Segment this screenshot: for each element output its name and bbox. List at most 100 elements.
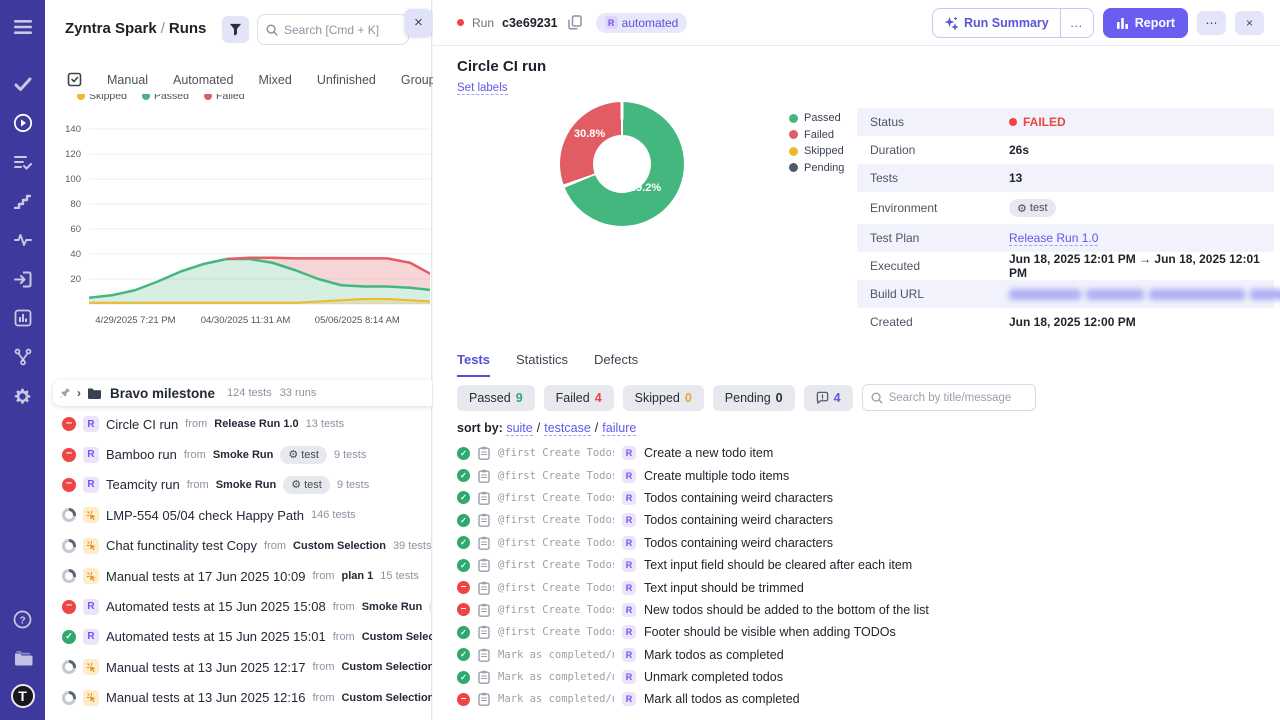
run-row[interactable]: R Automated tests at 15 Jun 2025 15:08 f… <box>45 591 432 621</box>
run-name: Bamboo run <box>106 447 177 462</box>
tests-search-input[interactable] <box>889 392 1027 404</box>
branch-icon[interactable] <box>10 344 36 370</box>
run-summary-button[interactable]: Run Summary … <box>932 8 1094 38</box>
runs-search-input[interactable] <box>284 23 394 37</box>
run-source: Custom Selection <box>341 692 432 704</box>
expand-chevron-icon[interactable]: › <box>77 386 81 400</box>
chip-skipped[interactable]: Skipped0 <box>623 385 704 411</box>
gear-icon: ⚙ <box>288 449 298 460</box>
tab-statistics[interactable]: Statistics <box>516 352 568 377</box>
milestone-name: Bravo milestone <box>110 386 215 401</box>
run-tests-count: 13 tests <box>306 418 345 430</box>
area-chart-svg: 204060801001201404/29/2025 7:21 PM04/30/… <box>47 101 430 329</box>
pin-icon[interactable] <box>59 387 71 399</box>
tab-tests[interactable]: Tests <box>457 352 490 377</box>
test-suite: @first Create Todos… <box>498 447 614 459</box>
build-url-redacted[interactable] <box>1009 289 1280 300</box>
run-from-label: from <box>184 449 206 461</box>
tab-unfinished[interactable]: Unfinished <box>317 73 376 87</box>
copy-icon[interactable] <box>568 15 582 30</box>
tests-icon[interactable] <box>10 71 36 97</box>
test-row[interactable]: @first Create Todos… R Todos containing … <box>433 509 1280 531</box>
panel-close-button[interactable]: × <box>405 9 432 36</box>
test-row[interactable]: Mark as completed/n… R Unmark completed … <box>433 666 1280 688</box>
report-button[interactable]: Report <box>1103 8 1188 38</box>
filter-button[interactable] <box>222 16 249 43</box>
breadcrumb-project[interactable]: Zyntra Spark <box>65 20 157 37</box>
test-row[interactable]: @first Create Todos… R Create multiple t… <box>433 464 1280 486</box>
run-row[interactable]: Manual tests at 13 Jun 2025 12:16 from C… <box>45 683 432 713</box>
automated-icon: R <box>622 603 636 617</box>
run-tests-count: 146 tests <box>311 509 356 521</box>
chip-comments[interactable]: 4 <box>804 385 853 411</box>
run-row[interactable]: Manual tests at 17 Jun 2025 10:09 from p… <box>45 561 432 591</box>
test-row[interactable]: @first Create Todos… R Todos containing … <box>433 532 1280 554</box>
automated-icon: R <box>622 625 636 639</box>
test-title: Mark todos as completed <box>644 648 784 662</box>
breadcrumb: Zyntra Spark/Runs <box>65 20 206 37</box>
test-row[interactable]: Mark as completed/n… R Mark todos as com… <box>433 644 1280 666</box>
help-icon[interactable]: ? <box>10 606 36 632</box>
test-status-icon <box>457 671 470 684</box>
detail-label: Environment <box>857 201 1009 215</box>
runs-search[interactable] <box>257 14 409 45</box>
run-row[interactable]: LMP-554 05/04 check Happy Path 146 tests <box>45 500 432 530</box>
chip-failed[interactable]: Failed4 <box>544 385 614 411</box>
settings-icon[interactable] <box>10 383 36 409</box>
test-row[interactable]: Mark as completed/n… R Mark all todos as… <box>433 688 1280 710</box>
passed-dot <box>142 94 150 100</box>
chip-pending[interactable]: Pending0 <box>713 385 795 411</box>
test-row[interactable]: @first Create Todos… R Footer should be … <box>433 621 1280 643</box>
test-row[interactable]: @first Create Todos… R Text input field … <box>433 554 1280 576</box>
test-row[interactable]: @first Create Todos… R Todos containing … <box>433 487 1280 509</box>
tests-search[interactable] <box>862 384 1036 411</box>
test-row[interactable]: @first Create Todos… R New todos should … <box>433 599 1280 621</box>
app-logo[interactable]: T <box>11 684 35 708</box>
detail-close-button[interactable]: × <box>1235 11 1264 35</box>
run-from-label: from <box>264 540 286 552</box>
pending-count: 0 <box>776 391 783 405</box>
run-summary-more[interactable]: … <box>1060 9 1093 37</box>
milestone-row[interactable]: › Bravo milestone 124 tests 33 runs <box>53 380 432 406</box>
run-row[interactable]: R Automated tests at 15 Jun 2025 15:01 f… <box>45 622 432 652</box>
test-plans-icon[interactable] <box>10 149 36 175</box>
test-row[interactable]: @first Create Todos… R Text input should… <box>433 576 1280 598</box>
test-status-icon <box>457 559 470 572</box>
more-button[interactable]: ⋯ <box>1197 11 1226 35</box>
run-from-label: from <box>333 631 355 643</box>
run-row[interactable]: Chat functinality test Copy from Custom … <box>45 531 432 561</box>
import-icon[interactable] <box>10 266 36 292</box>
test-row[interactable]: @first Create Todos… R Create a new todo… <box>433 442 1280 464</box>
sort-by-failure[interactable]: failure <box>602 421 636 436</box>
chip-passed[interactable]: Passed9 <box>457 385 535 411</box>
runs-icon[interactable] <box>10 110 36 136</box>
reports-icon[interactable] <box>10 305 36 331</box>
sort-by-suite[interactable]: suite <box>506 421 532 436</box>
menu-icon[interactable] <box>10 14 36 40</box>
test-status-icon <box>457 536 470 549</box>
run-row[interactable]: R Circle CI run from Release Run 1.0 13 … <box>45 409 432 439</box>
run-row[interactable]: R Bamboo run from Smoke Run ⚙test 9 test… <box>45 439 432 469</box>
search-icon <box>871 392 883 404</box>
test-plan-link[interactable]: Release Run 1.0 <box>1009 231 1098 246</box>
tab-mixed[interactable]: Mixed <box>258 73 291 87</box>
tab-manual[interactable]: Manual <box>107 73 148 87</box>
failed-status-icon <box>62 600 76 614</box>
milestones-icon[interactable] <box>10 188 36 214</box>
select-all-icon[interactable] <box>67 72 82 87</box>
set-labels-link[interactable]: Set labels <box>457 82 508 95</box>
clipboard-icon <box>478 536 490 550</box>
failed-dot <box>789 130 798 139</box>
tab-automated[interactable]: Automated <box>173 73 233 87</box>
projects-icon[interactable] <box>10 645 36 671</box>
run-name: Circle CI run <box>106 417 178 432</box>
sort-by-testcase[interactable]: testcase <box>544 421 591 436</box>
comment-icon <box>816 391 829 404</box>
status-dot-icon <box>1009 118 1017 126</box>
run-details-table: Status FAILED Duration 26s Tests 13 Envi… <box>857 108 1274 336</box>
analytics-icon[interactable] <box>10 227 36 253</box>
run-row[interactable]: Manual tests at 13 Jun 2025 12:17 from C… <box>45 652 432 682</box>
tests-list: @first Create Todos… R Create a new todo… <box>433 442 1280 711</box>
run-row[interactable]: R Teamcity run from Smoke Run ⚙test 9 te… <box>45 470 432 500</box>
tab-defects[interactable]: Defects <box>594 352 638 377</box>
